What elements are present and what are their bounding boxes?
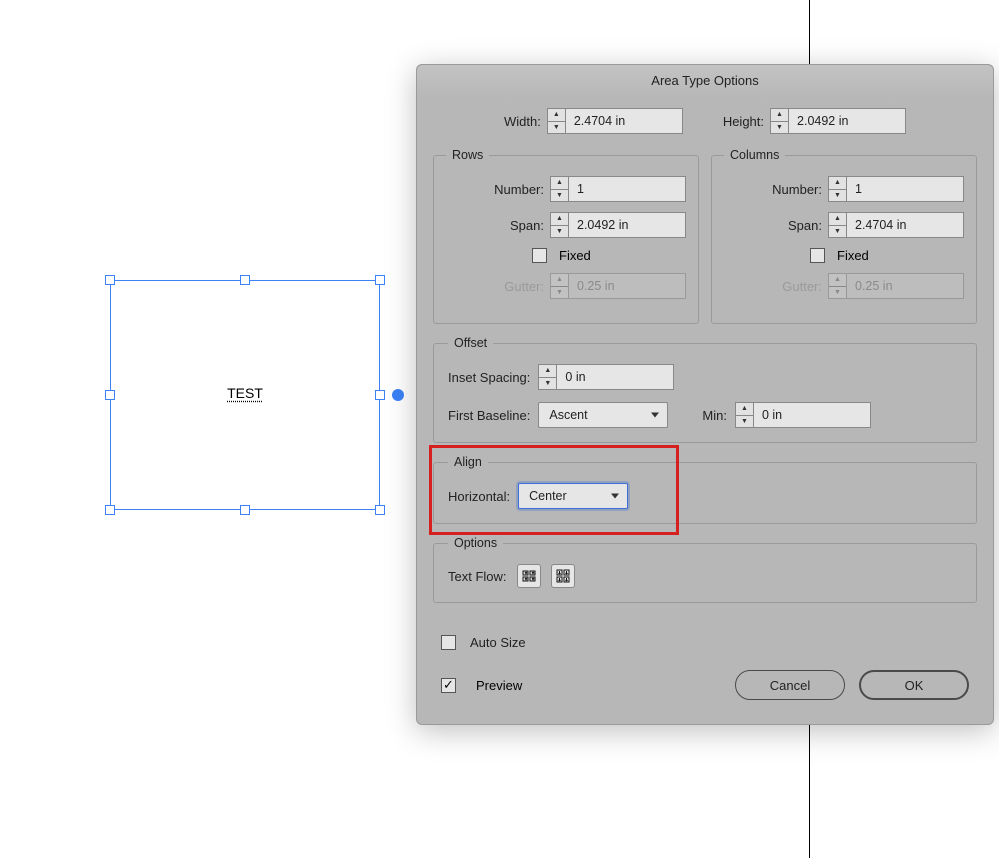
rows-number-stepper[interactable]: ▲▼ — [550, 176, 686, 202]
chevron-down-icon[interactable]: ▼ — [548, 122, 565, 134]
chevron-down-icon[interactable]: ▼ — [551, 226, 568, 238]
width-label: Width: — [504, 114, 541, 129]
align-horizontal-label: Horizontal: — [448, 489, 510, 504]
handle-top-left[interactable] — [105, 275, 115, 285]
first-baseline-min-input[interactable] — [753, 402, 871, 428]
handle-top-right[interactable] — [375, 275, 385, 285]
first-baseline-min-stepper[interactable]: ▲▼ — [735, 402, 871, 428]
height-stepper[interactable]: ▲▼ — [770, 108, 906, 134]
align-group: Align Horizontal: Center — [433, 455, 977, 524]
rows-gutter-input — [568, 273, 686, 299]
align-horizontal-select[interactable]: Center — [518, 483, 628, 509]
first-baseline-min-label: Min: — [702, 408, 727, 423]
area-type-box[interactable]: TEST — [110, 280, 380, 510]
rows-legend: Rows — [446, 148, 489, 162]
rows-gutter-stepper: ▲▼ — [550, 273, 686, 299]
chevron-down-icon[interactable]: ▼ — [539, 378, 556, 390]
first-baseline-label: First Baseline: — [448, 408, 530, 423]
ok-button[interactable]: OK — [859, 670, 969, 700]
offset-legend: Offset — [448, 336, 493, 350]
columns-legend: Columns — [724, 148, 785, 162]
chevron-up-icon[interactable]: ▲ — [829, 213, 846, 226]
align-legend: Align — [448, 455, 488, 469]
inset-spacing-input[interactable] — [556, 364, 674, 390]
text-flow-vertical-button[interactable] — [551, 564, 575, 588]
handle-bottom-center[interactable] — [240, 505, 250, 515]
rows-span-label: Span: — [480, 218, 544, 233]
columns-group: Columns Number: ▲▼ Span: ▲▼ Fixed — [711, 148, 977, 324]
inset-spacing-label: Inset Spacing: — [448, 370, 530, 385]
rows-fixed-checkbox[interactable] — [532, 248, 547, 263]
options-group: Options Text Flow: — [433, 536, 977, 603]
preview-checkbox[interactable] — [441, 678, 456, 693]
handle-top-center[interactable] — [240, 275, 250, 285]
chevron-down-icon: ▼ — [829, 287, 846, 299]
columns-gutter-label: Gutter: — [758, 279, 822, 294]
width-stepper[interactable]: ▲▼ — [547, 108, 683, 134]
area-type-text[interactable]: TEST — [110, 385, 380, 401]
height-label: Height: — [723, 114, 764, 129]
offset-group: Offset Inset Spacing: ▲▼ First Baseline:… — [433, 336, 977, 443]
height-input[interactable] — [788, 108, 906, 134]
flow-horizontal-icon — [522, 569, 536, 583]
chevron-up-icon[interactable]: ▲ — [736, 403, 753, 416]
chevron-down-icon[interactable]: ▼ — [771, 122, 788, 134]
handle-bottom-left[interactable] — [105, 505, 115, 515]
columns-fixed-checkbox[interactable] — [810, 248, 825, 263]
columns-span-stepper[interactable]: ▲▼ — [828, 212, 964, 238]
rows-gutter-label: Gutter: — [480, 279, 544, 294]
rows-span-input[interactable] — [568, 212, 686, 238]
chevron-down-icon[interactable]: ▼ — [829, 190, 846, 202]
rows-number-label: Number: — [480, 182, 544, 197]
chevron-up-icon: ▲ — [829, 274, 846, 287]
inset-spacing-stepper[interactable]: ▲▼ — [538, 364, 674, 390]
chevron-up-icon[interactable]: ▲ — [771, 109, 788, 122]
text-thread-out-port[interactable] — [392, 389, 404, 401]
options-legend: Options — [448, 536, 503, 550]
chevron-up-icon[interactable]: ▲ — [551, 213, 568, 226]
chevron-down-icon: ▼ — [551, 287, 568, 299]
columns-gutter-stepper: ▲▼ — [828, 273, 964, 299]
first-baseline-value: Ascent — [549, 408, 587, 422]
columns-number-input[interactable] — [846, 176, 964, 202]
align-horizontal-value: Center — [529, 489, 567, 503]
columns-span-input[interactable] — [846, 212, 964, 238]
width-input[interactable] — [565, 108, 683, 134]
text-flow-label: Text Flow: — [448, 569, 507, 584]
columns-number-label: Number: — [758, 182, 822, 197]
cancel-button[interactable]: Cancel — [735, 670, 845, 700]
rows-group: Rows Number: ▲▼ Span: ▲▼ Fixed G — [433, 148, 699, 324]
dialog-title: Area Type Options — [417, 65, 993, 98]
rows-number-input[interactable] — [568, 176, 686, 202]
chevron-up-icon[interactable]: ▲ — [539, 365, 556, 378]
chevron-up-icon[interactable]: ▲ — [551, 177, 568, 190]
first-baseline-select[interactable]: Ascent — [538, 402, 668, 428]
area-type-options-dialog: Area Type Options Width: ▲▼ Height: ▲▼ R… — [416, 64, 994, 725]
columns-gutter-input — [846, 273, 964, 299]
columns-number-stepper[interactable]: ▲▼ — [828, 176, 964, 202]
preview-label: Preview — [476, 678, 522, 693]
rows-span-stepper[interactable]: ▲▼ — [550, 212, 686, 238]
chevron-up-icon[interactable]: ▲ — [829, 177, 846, 190]
text-flow-horizontal-button[interactable] — [517, 564, 541, 588]
chevron-up-icon: ▲ — [551, 274, 568, 287]
handle-bottom-right[interactable] — [375, 505, 385, 515]
auto-size-label: Auto Size — [470, 635, 526, 650]
rows-fixed-label: Fixed — [559, 248, 591, 263]
auto-size-checkbox[interactable] — [441, 635, 456, 650]
chevron-down-icon[interactable]: ▼ — [736, 416, 753, 428]
columns-span-label: Span: — [758, 218, 822, 233]
chevron-up-icon[interactable]: ▲ — [548, 109, 565, 122]
chevron-down-icon[interactable]: ▼ — [551, 190, 568, 202]
columns-fixed-label: Fixed — [837, 248, 869, 263]
flow-vertical-icon — [556, 569, 570, 583]
chevron-down-icon[interactable]: ▼ — [829, 226, 846, 238]
